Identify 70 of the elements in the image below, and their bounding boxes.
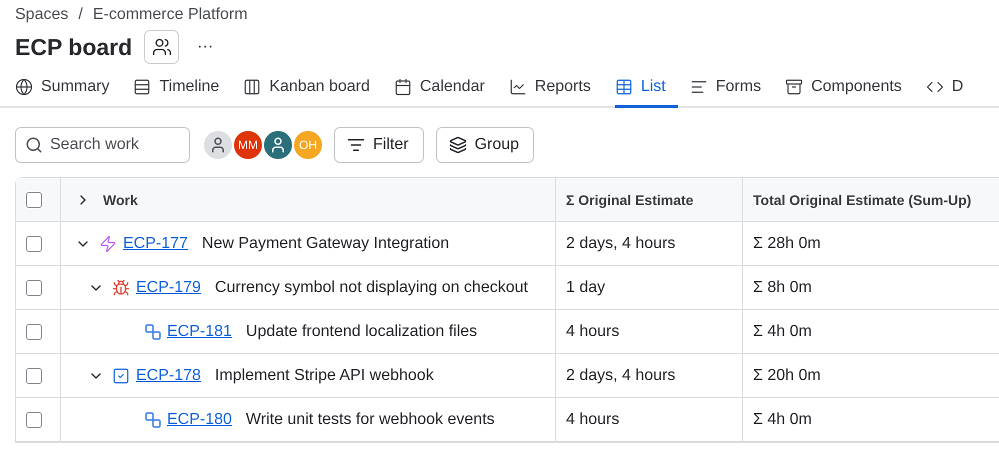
- total-estimate-cell: Σ 8h 0m: [743, 266, 999, 309]
- total-estimate-cell: Σ 4h 0m: [743, 310, 999, 353]
- table-row[interactable]: ECP-179 Currency symbol not displaying on checkout 1 day Σ 8h 0m: [16, 266, 999, 310]
- columns-icon: [243, 78, 262, 96]
- issue-key-link[interactable]: ECP-180: [167, 410, 232, 428]
- view-tab[interactable]: Components: [785, 68, 914, 108]
- total-estimate-cell: Σ 4h 0m: [743, 398, 999, 441]
- issue-summary: Implement Stripe API webhook: [214, 366, 434, 384]
- checkbox-icon: [112, 366, 130, 384]
- view-tab[interactable]: Reports: [508, 68, 603, 108]
- estimate-cell: 4 hours: [556, 310, 743, 353]
- people-icon: [152, 37, 172, 57]
- issue-summary: Write unit tests for webhook events: [246, 410, 495, 428]
- estimate-cell: 2 days, 4 hours: [556, 354, 743, 397]
- person-icon: [209, 136, 227, 154]
- issue-key-link[interactable]: ECP-178: [136, 366, 201, 384]
- total-estimate-cell: Σ 28h 0m: [743, 222, 999, 265]
- total-estimate-cell: Σ 20h 0m: [743, 354, 999, 397]
- row-checkbox[interactable]: [26, 280, 42, 296]
- table-row[interactable]: ECP-178 Implement Stripe API webhook 2 days, 4 hours Σ 20h 0m: [16, 354, 999, 398]
- view-tab[interactable]: Timeline: [133, 68, 232, 108]
- group-button[interactable]: Group: [436, 127, 534, 163]
- estimate-cell: 1 day: [556, 266, 743, 309]
- view-tab[interactable]: List: [614, 68, 678, 108]
- globe-icon: [15, 78, 33, 96]
- box-icon: [785, 78, 804, 96]
- bug-icon: [112, 278, 130, 296]
- row-checkbox[interactable]: [26, 368, 42, 384]
- table-icon: [614, 78, 633, 96]
- view-tab[interactable]: Kanban board: [243, 68, 382, 108]
- estimate-cell: 2 days, 4 hours: [556, 222, 743, 265]
- issue-summary: Currency symbol not displaying on checkout: [214, 278, 528, 296]
- view-tab[interactable]: Calendar: [394, 68, 497, 108]
- view-tab[interactable]: Summary: [15, 68, 122, 108]
- breadcrumb-link[interactable]: Spaces: [15, 6, 68, 24]
- column-header[interactable]: Total Original Estimate (Sum-Up): [753, 192, 972, 208]
- people-button[interactable]: [144, 30, 180, 64]
- select-all-checkbox[interactable]: [26, 192, 42, 208]
- column-header[interactable]: Σ Original Estimate: [566, 192, 694, 208]
- issue-key-link[interactable]: ECP-179: [136, 278, 201, 296]
- breadcrumb-link[interactable]: E-commerce Platform: [92, 6, 248, 24]
- filter-icon: [347, 136, 365, 154]
- subtask-icon: [145, 412, 161, 428]
- table-row[interactable]: ECP-180 Write unit tests for webhook events 4 hours Σ 4h 0m: [16, 398, 999, 442]
- table-row[interactable]: ECP-181 Update frontend localization files 4 hours Σ 4h 0m: [16, 310, 999, 354]
- filter-button[interactable]: Filter: [334, 127, 424, 163]
- view-tab[interactable]: Forms: [690, 68, 774, 108]
- issue-summary: Update frontend localization files: [246, 322, 478, 340]
- column-header[interactable]: Work: [103, 192, 138, 208]
- table-row[interactable]: ECP-177 New Payment Gateway Integration 2 days, 4 hours Σ 28h 0m: [16, 222, 999, 266]
- issue-key-link[interactable]: ECP-181: [167, 322, 232, 340]
- row-checkbox[interactable]: [26, 324, 42, 340]
- subtask-icon: [145, 324, 161, 340]
- person-icon: [269, 136, 287, 154]
- view-tab[interactable]: D: [926, 68, 976, 108]
- user-avatar[interactable]: MM: [232, 129, 264, 161]
- layers-icon: [448, 136, 467, 154]
- calendar-icon: [394, 78, 412, 96]
- row-checkbox[interactable]: [26, 412, 42, 428]
- timeline-icon: [133, 78, 152, 96]
- more-button[interactable]: ···: [191, 38, 220, 56]
- line-chart-icon: [508, 78, 527, 96]
- breadcrumb-separator: /: [78, 6, 83, 24]
- row-checkbox[interactable]: [26, 236, 42, 252]
- search-field[interactable]: Search work: [15, 127, 190, 163]
- board-title: ECP board: [15, 34, 132, 60]
- lightning-icon: [99, 234, 117, 252]
- issue-summary: New Payment Gateway Integration: [202, 234, 450, 252]
- issue-key-link[interactable]: ECP-177: [123, 234, 188, 252]
- estimate-cell: 4 hours: [556, 398, 743, 441]
